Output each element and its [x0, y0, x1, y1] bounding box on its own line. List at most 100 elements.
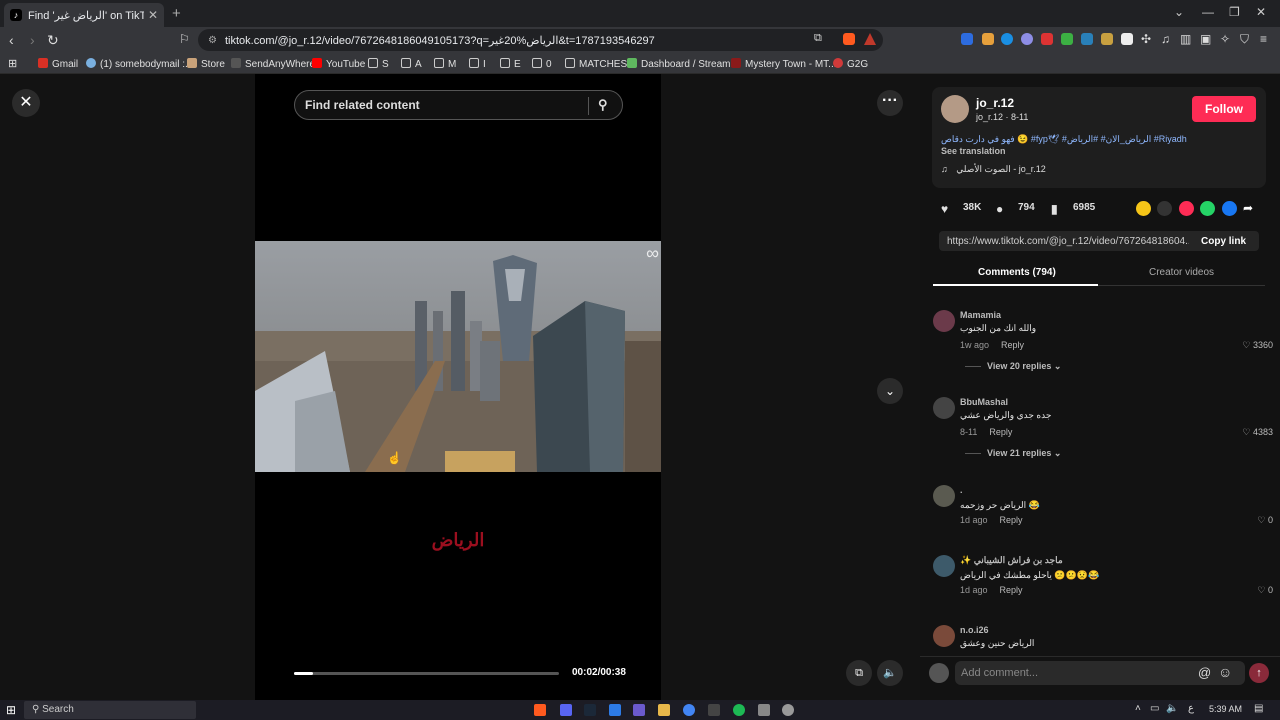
volume-tray-icon[interactable]: 🔈: [1166, 703, 1178, 714]
bookmark-sendanywhere[interactable]: SendAnyWhere: [231, 58, 315, 70]
comment-bubble-icon[interactable]: ●: [996, 202, 1003, 216]
app-taskbar-icon-5[interactable]: [782, 704, 794, 716]
extension-icon-7[interactable]: [1081, 33, 1093, 45]
commenter-avatar[interactable]: [933, 485, 955, 507]
copy-link-button[interactable]: Copy link: [1201, 236, 1246, 247]
bookmark-folder-m[interactable]: M: [434, 58, 456, 70]
more-options-button[interactable]: ···: [877, 90, 903, 116]
creator-avatar[interactable]: [941, 95, 969, 123]
bookmark-folder-i[interactable]: I: [469, 58, 486, 70]
next-video-button[interactable]: ⌄: [877, 378, 903, 404]
tab-creator-videos[interactable]: Creator videos: [1149, 267, 1214, 278]
creator-username[interactable]: jo_r.12: [976, 96, 1014, 110]
tab-comments[interactable]: Comments (794): [978, 267, 1056, 278]
commenter-name[interactable]: .: [960, 485, 963, 495]
share-emoji-icon[interactable]: [1136, 201, 1151, 216]
bookmark-folder-e[interactable]: E: [500, 58, 521, 70]
embed-code-icon[interactable]: [1157, 201, 1172, 216]
windows-start-icon[interactable]: ⊞: [6, 703, 16, 717]
app-taskbar-icon-2[interactable]: [633, 704, 645, 716]
extension-icon-5[interactable]: [1041, 33, 1053, 45]
bookmark-store[interactable]: Store: [187, 58, 225, 70]
see-translation-link[interactable]: See translation: [941, 146, 1006, 156]
bookmark-gmail[interactable]: Gmail: [38, 58, 78, 70]
open-in-app-icon[interactable]: ⧉: [814, 32, 822, 45]
forward-icon[interactable]: ›: [30, 32, 35, 48]
extension-icon-6[interactable]: [1061, 33, 1073, 45]
apps-grid-icon[interactable]: ⊞: [8, 57, 17, 70]
comment-like[interactable]: ♡ 0: [1257, 585, 1273, 596]
site-info-icon[interactable]: ⚙: [208, 35, 217, 46]
bookmark-icon[interactable]: ⚐: [179, 32, 190, 46]
bookmark-folder-a[interactable]: A: [401, 58, 422, 70]
view-replies-button[interactable]: View 21 replies ⌄: [965, 448, 1061, 459]
reply-button[interactable]: Reply: [1001, 340, 1024, 350]
post-comment-arrow-icon[interactable]: ↑: [1249, 663, 1269, 683]
send-to-friends-icon[interactable]: [1179, 201, 1194, 216]
commenter-name[interactable]: n.o.i26: [960, 625, 989, 635]
notification-icon[interactable]: ▤: [1254, 703, 1263, 714]
media-icon[interactable]: ♫: [1161, 32, 1170, 46]
commenter-avatar[interactable]: [933, 625, 955, 647]
view-replies-button[interactable]: View 20 replies ⌄: [965, 361, 1061, 372]
app-taskbar-icon-3[interactable]: [708, 704, 720, 716]
bookmark-mystery-town[interactable]: Mystery Town - MT...: [731, 58, 837, 70]
bookmark-save-icon[interactable]: ▮: [1051, 202, 1058, 216]
extension-icon-3[interactable]: [1001, 33, 1013, 45]
commenter-name[interactable]: ✨ ماجد بن فراش الشيباني: [960, 555, 1063, 566]
brave-shield-icon[interactable]: [843, 33, 855, 45]
bookmark-folder-matches[interactable]: MATCHES: [565, 58, 627, 70]
comment-like[interactable]: ♡ 3360: [1242, 340, 1273, 351]
close-video-button[interactable]: ✕: [12, 89, 40, 117]
wallet-icon[interactable]: ▣: [1200, 32, 1211, 46]
follow-button[interactable]: Follow: [1192, 96, 1256, 122]
related-search-input[interactable]: Find related content ⚲: [294, 90, 623, 120]
extension-icon-2[interactable]: [982, 33, 994, 45]
new-tab-button[interactable]: +: [172, 5, 181, 22]
network-icon[interactable]: ▭: [1150, 703, 1159, 714]
extension-icon-8[interactable]: [1101, 33, 1113, 45]
discord-taskbar-icon[interactable]: [560, 704, 572, 716]
reply-button[interactable]: Reply: [1000, 585, 1023, 595]
reply-button[interactable]: Reply: [1000, 515, 1023, 525]
bookmark-folder-s[interactable]: S: [368, 58, 389, 70]
reply-button[interactable]: Reply: [989, 427, 1012, 437]
whatsapp-icon[interactable]: [1200, 201, 1215, 216]
extension-icon-4[interactable]: [1021, 33, 1033, 45]
extensions-puzzle-icon[interactable]: ✣: [1141, 32, 1151, 46]
reload-icon[interactable]: ↻: [47, 32, 59, 49]
file-explorer-icon[interactable]: [658, 704, 670, 716]
taskbar-search[interactable]: ⚲ Search: [24, 701, 196, 719]
app-taskbar-icon-1[interactable]: [609, 704, 621, 716]
vpn-shield-icon[interactable]: ⛉: [1240, 32, 1249, 47]
tab-close-icon[interactable]: ✕: [148, 8, 158, 22]
close-window-icon[interactable]: ✕: [1256, 5, 1266, 19]
minimize-icon[interactable]: —: [1202, 5, 1214, 19]
pip-button[interactable]: ⧉: [846, 660, 872, 686]
commenter-name[interactable]: Mamamia: [960, 310, 1001, 320]
commenter-name[interactable]: BbuMashal: [960, 397, 1008, 407]
browser-tab-active[interactable]: ♪ Find 'الرياض غير' on TikTok | T ✕: [4, 3, 164, 27]
mention-at-icon[interactable]: @: [1198, 665, 1211, 680]
search-icon[interactable]: ⚲: [598, 97, 608, 113]
music-row[interactable]: ♫ الصوت الأصلي - jo_r.12: [941, 164, 1046, 175]
restore-icon[interactable]: ❐: [1229, 5, 1240, 19]
bookmark-youtube[interactable]: YouTube: [312, 58, 365, 70]
app-taskbar-icon-4[interactable]: [758, 704, 770, 716]
brave-taskbar-icon[interactable]: [534, 704, 546, 716]
commenter-avatar[interactable]: [933, 310, 955, 332]
address-bar[interactable]: ⚙ tiktok.com/@jo_r.12/video/767264818604…: [198, 29, 883, 51]
leo-ai-icon[interactable]: ✧: [1220, 32, 1230, 46]
menu-icon[interactable]: ≡: [1260, 32, 1267, 46]
commenter-avatar[interactable]: [933, 555, 955, 577]
bookmark-somebodymail[interactable]: (1) somebodymail :...: [86, 58, 193, 70]
extension-icon-9[interactable]: [1121, 33, 1133, 45]
sidebar-icon[interactable]: ▥: [1180, 32, 1191, 46]
chrome-taskbar-icon[interactable]: [683, 704, 695, 716]
back-icon[interactable]: ‹: [9, 32, 14, 48]
comment-like[interactable]: ♡ 0: [1257, 515, 1273, 526]
extension-icon-1[interactable]: [961, 33, 973, 45]
spotify-taskbar-icon[interactable]: [733, 704, 745, 716]
share-link-url[interactable]: https://www.tiktok.com/@jo_r.12/video/76…: [947, 236, 1189, 247]
bookmark-g2g[interactable]: G2G: [833, 58, 868, 70]
